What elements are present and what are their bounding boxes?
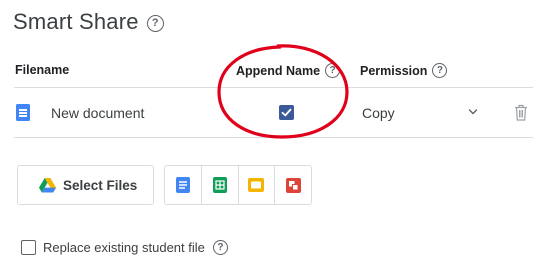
replace-existing-checkbox[interactable]	[21, 240, 36, 255]
table-row: New document Copy	[14, 88, 533, 137]
create-file-group	[164, 165, 312, 205]
replace-existing-option: Replace existing student file ?	[21, 240, 228, 255]
google-slides-icon	[248, 178, 265, 192]
select-files-button[interactable]: Select Files	[17, 165, 154, 205]
google-drive-icon	[39, 178, 56, 193]
replace-existing-label[interactable]: Replace existing student file	[43, 240, 205, 255]
replace-help-icon[interactable]: ?	[212, 240, 228, 255]
chevron-down-icon[interactable]	[467, 106, 479, 118]
page-title: Smart Share	[13, 9, 139, 34]
create-drawings-button[interactable]	[275, 166, 311, 204]
column-header-filename-label: Filename	[15, 63, 70, 77]
column-header-append-name: Append Name ?	[236, 63, 341, 78]
file-name: New document	[51, 105, 145, 121]
permission-help-icon[interactable]: ?	[432, 63, 448, 78]
create-docs-button[interactable]	[165, 166, 202, 204]
trash-icon[interactable]	[514, 104, 528, 121]
table-divider	[14, 137, 533, 138]
google-drawings-icon	[285, 177, 301, 193]
help-icon[interactable]: ?	[146, 15, 164, 32]
create-sheets-button[interactable]	[202, 166, 239, 204]
google-docs-icon	[175, 177, 190, 193]
append-name-help-icon[interactable]: ?	[325, 63, 341, 78]
select-files-label: Select Files	[63, 178, 138, 193]
checkmark-icon	[281, 108, 292, 117]
permission-select[interactable]: Copy	[362, 105, 395, 121]
column-header-permission: Permission ?	[360, 63, 448, 78]
google-sheets-icon	[212, 177, 227, 193]
create-slides-button[interactable]	[239, 166, 276, 204]
column-header-append-name-label: Append Name	[236, 63, 321, 78]
google-docs-icon	[16, 104, 30, 121]
column-header-filename: Filename	[15, 63, 69, 77]
append-name-checkbox[interactable]	[279, 105, 294, 120]
column-header-permission-label: Permission	[360, 63, 428, 78]
smart-share-header: Smart Share ?	[13, 9, 164, 35]
